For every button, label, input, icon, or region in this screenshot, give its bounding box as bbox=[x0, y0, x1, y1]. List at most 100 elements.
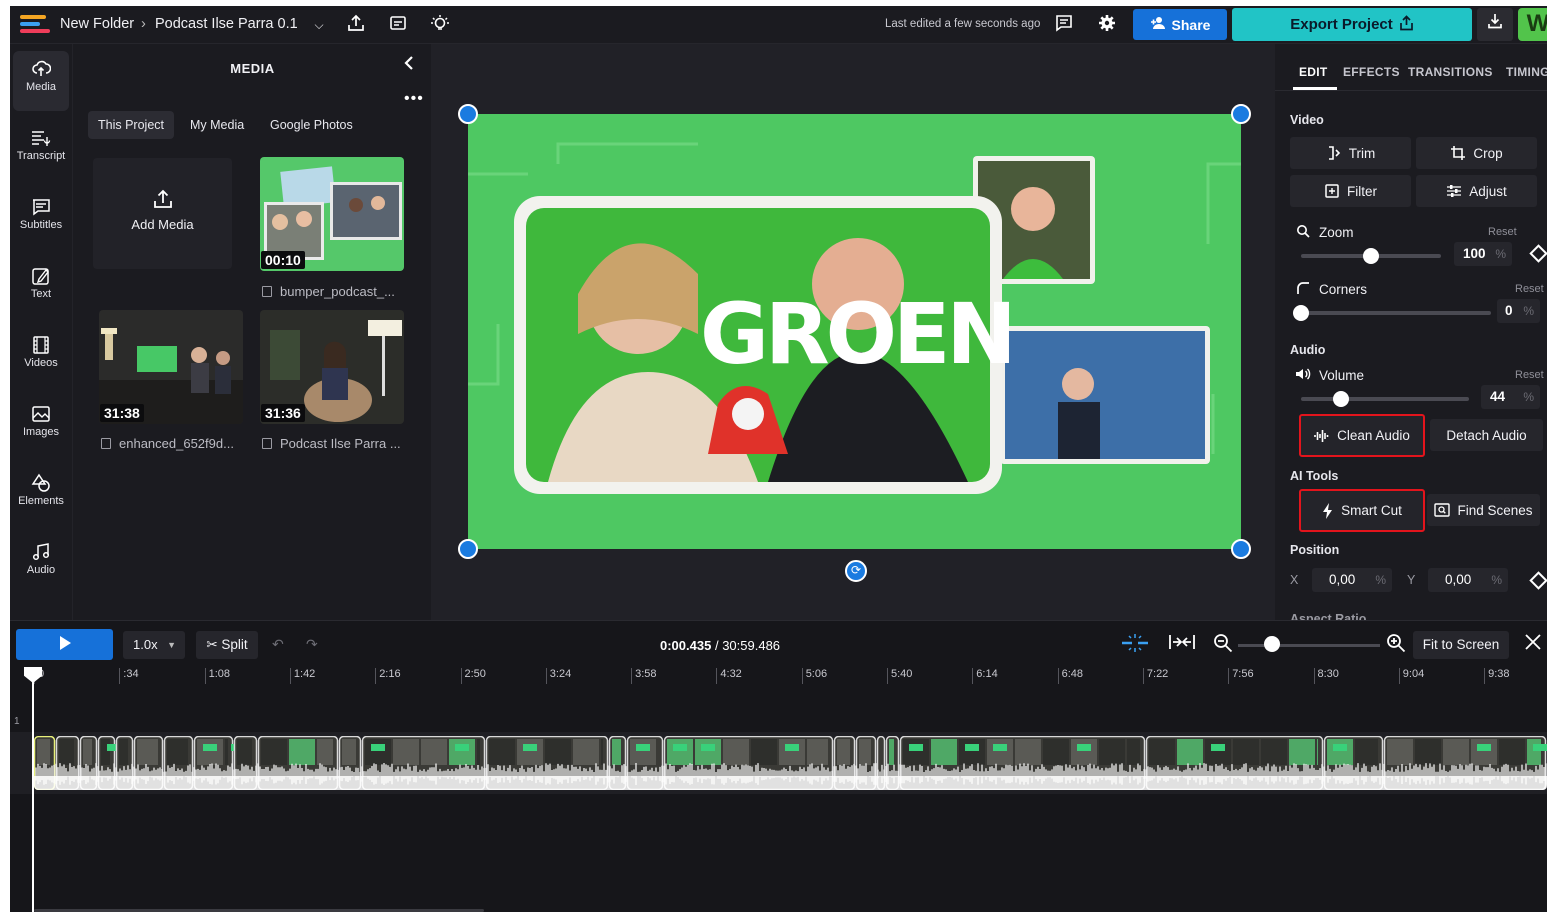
properties-panel: EDIT EFFECTS TRANSITIONS TIMING Video Tr… bbox=[1275, 44, 1547, 626]
nav-item-images[interactable]: Images bbox=[10, 396, 72, 456]
zoom-out-icon[interactable] bbox=[1213, 633, 1233, 658]
corner-radius-icon bbox=[1295, 281, 1311, 298]
find-scenes-icon bbox=[1434, 503, 1451, 517]
tab-my-media[interactable]: My Media bbox=[180, 111, 254, 139]
nav-item-transcript[interactable]: Transcript bbox=[10, 120, 72, 180]
export-project-button[interactable]: Export Project bbox=[1232, 8, 1472, 41]
ruler-tick-label: 9:04 bbox=[1398, 668, 1424, 684]
fit-gap-icon[interactable] bbox=[1168, 633, 1196, 656]
nav-item-media[interactable]: Media bbox=[13, 51, 69, 111]
media-thumbnail[interactable]: 31:38 bbox=[99, 310, 243, 424]
zoom-in-icon[interactable] bbox=[1386, 633, 1406, 658]
redo-icon[interactable]: ↷ bbox=[306, 636, 318, 653]
resize-handle-top-right[interactable] bbox=[1231, 104, 1251, 124]
duration-badge: 31:36 bbox=[261, 404, 305, 422]
ruler-tick-label: 1:08 bbox=[204, 668, 230, 684]
corners-reset-link[interactable]: Reset bbox=[1515, 283, 1544, 295]
settings-gear-icon[interactable] bbox=[1096, 14, 1118, 36]
media-filename: enhanced_652f9d... bbox=[101, 436, 234, 451]
media-thumbnail[interactable]: 31:36 bbox=[260, 310, 404, 424]
top-bar: New Folder › Podcast Ilse Parra 0.1 ⌵ La… bbox=[10, 6, 1547, 44]
fit-to-screen-button[interactable]: Fit to Screen bbox=[1413, 631, 1509, 659]
nav-item-videos[interactable]: Videos bbox=[10, 327, 72, 387]
nav-item-text[interactable]: Text bbox=[10, 258, 72, 318]
upload-icon bbox=[153, 189, 172, 208]
zoom-label: Zoom bbox=[1319, 225, 1354, 240]
corners-slider-knob[interactable] bbox=[1293, 305, 1309, 321]
detach-audio-button[interactable]: Detach Audio bbox=[1430, 419, 1543, 451]
smart-cut-button[interactable]: Smart Cut bbox=[1299, 489, 1425, 532]
breadcrumb-folder[interactable]: New Folder bbox=[60, 16, 134, 32]
media-thumbnail[interactable]: 00:10 bbox=[260, 157, 404, 271]
volume-slider[interactable] bbox=[1301, 397, 1469, 401]
nav-label: Videos bbox=[24, 357, 58, 369]
download-button[interactable] bbox=[1477, 8, 1513, 41]
zoom-value: 100 bbox=[1463, 246, 1486, 261]
adjust-button[interactable]: Adjust bbox=[1416, 175, 1537, 207]
timeline-zoom-slider[interactable] bbox=[1238, 644, 1380, 647]
rotate-icon[interactable]: ⟳ bbox=[845, 560, 867, 582]
keyframe-diamond-icon[interactable] bbox=[1529, 571, 1547, 590]
app-logo[interactable] bbox=[18, 14, 50, 36]
more-options-icon[interactable]: ••• bbox=[404, 90, 424, 108]
snap-magnet-icon[interactable] bbox=[1120, 633, 1150, 658]
section-position: Position bbox=[1290, 543, 1340, 557]
position-y-input[interactable]: 0,00% bbox=[1428, 568, 1508, 592]
tab-google-photos[interactable]: Google Photos bbox=[260, 111, 363, 139]
add-media-button[interactable]: Add Media bbox=[93, 158, 232, 269]
corners-value-input[interactable]: 0% bbox=[1497, 299, 1540, 323]
share-button[interactable]: Share bbox=[1133, 9, 1227, 40]
resize-handle-bottom-left[interactable] bbox=[458, 539, 478, 559]
undo-icon[interactable]: ↶ bbox=[272, 636, 284, 653]
ruler-tick-label: :34 bbox=[119, 668, 139, 684]
volume-slider-knob[interactable] bbox=[1333, 391, 1350, 407]
chevron-left-icon[interactable] bbox=[403, 54, 415, 77]
filter-button[interactable]: Filter bbox=[1290, 175, 1411, 207]
resize-handle-bottom-right[interactable] bbox=[1231, 539, 1251, 559]
x-label: X bbox=[1290, 573, 1299, 587]
nav-item-subtitles[interactable]: Subtitles bbox=[10, 189, 72, 249]
find-scenes-button[interactable]: Find Scenes bbox=[1427, 494, 1540, 526]
lightbulb-icon[interactable] bbox=[429, 14, 451, 36]
split-button[interactable]: ✂ Split bbox=[196, 631, 258, 659]
tab-edit[interactable]: EDIT bbox=[1299, 65, 1328, 79]
close-icon[interactable] bbox=[1524, 631, 1542, 657]
tab-this-project[interactable]: This Project bbox=[88, 111, 174, 139]
volume-reset-link[interactable]: Reset bbox=[1515, 369, 1544, 381]
brand-logo[interactable]: W bbox=[1518, 8, 1547, 41]
corners-property: Corners bbox=[1295, 281, 1367, 298]
percent-unit: % bbox=[1523, 390, 1534, 404]
percent-unit: % bbox=[1495, 247, 1506, 261]
play-button[interactable] bbox=[16, 629, 113, 660]
playback-speed-select[interactable]: 1.0x ▼ bbox=[123, 631, 185, 659]
section-video: Video bbox=[1290, 113, 1324, 127]
crop-button[interactable]: Crop bbox=[1416, 137, 1537, 169]
corners-slider[interactable] bbox=[1301, 311, 1491, 315]
captions-icon[interactable] bbox=[387, 14, 409, 36]
timeline-zoom-knob[interactable] bbox=[1264, 636, 1280, 652]
project-name[interactable]: Podcast Ilse Parra 0.1 bbox=[155, 16, 298, 32]
upload-icon[interactable] bbox=[345, 14, 367, 36]
comments-icon[interactable] bbox=[1053, 14, 1075, 36]
clean-audio-button[interactable]: Clean Audio bbox=[1299, 414, 1425, 457]
keyframe-diamond-icon[interactable] bbox=[1529, 244, 1547, 263]
volume-value-input[interactable]: 44% bbox=[1481, 385, 1540, 409]
position-x-input[interactable]: 0,00% bbox=[1312, 568, 1392, 592]
percent-unit: % bbox=[1491, 573, 1502, 587]
zoom-reset-link[interactable]: Reset bbox=[1488, 226, 1517, 238]
file-icon bbox=[262, 286, 272, 297]
tab-transitions[interactable]: TRANSITIONS bbox=[1408, 65, 1493, 79]
playhead-line[interactable] bbox=[32, 667, 34, 912]
video-track-clips[interactable] bbox=[34, 736, 1547, 790]
zoom-slider-knob[interactable] bbox=[1363, 248, 1379, 264]
zoom-value-input[interactable]: 100% bbox=[1454, 242, 1512, 266]
tab-timing[interactable]: TIMING bbox=[1506, 65, 1547, 79]
trim-icon bbox=[1328, 146, 1340, 160]
trim-button[interactable]: Trim bbox=[1290, 137, 1411, 169]
chevron-down-icon[interactable]: ⌵ bbox=[308, 14, 330, 36]
video-canvas[interactable]: GROEN bbox=[468, 114, 1241, 549]
nav-item-audio[interactable]: Audio bbox=[10, 534, 72, 594]
resize-handle-top-left[interactable] bbox=[458, 104, 478, 124]
nav-item-elements[interactable]: Elements bbox=[10, 465, 72, 525]
tab-effects[interactable]: EFFECTS bbox=[1343, 65, 1400, 79]
